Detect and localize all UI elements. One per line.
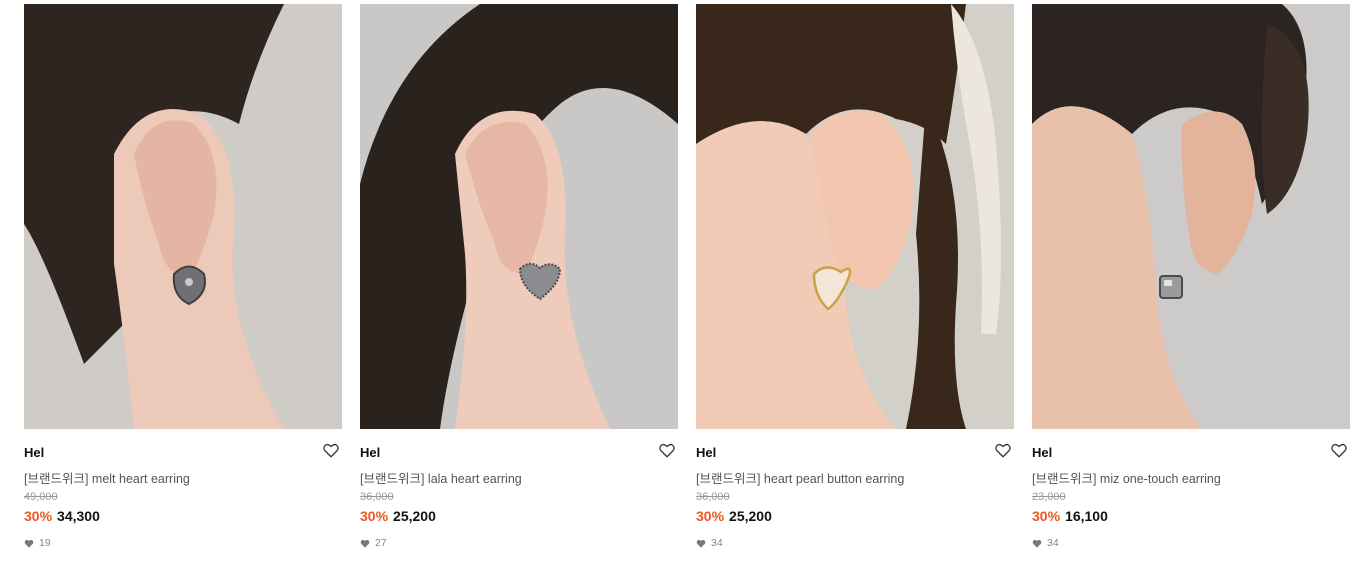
product-grid: Hel [브랜드위크] melt heart earring 49,000 30…	[24, 4, 1350, 564]
product-name[interactable]: [브랜드위크] lala heart earring	[360, 468, 522, 487]
price-line: 30% 25,200	[696, 508, 772, 524]
product-photo	[1032, 4, 1350, 429]
wishlist-heart-icon[interactable]	[1330, 441, 1348, 459]
like-heart-icon	[1032, 539, 1042, 548]
brand-name[interactable]: Hel	[360, 445, 380, 460]
sale-price: 25,200	[393, 508, 436, 524]
product-name[interactable]: [브랜드위크] heart pearl button earring	[696, 468, 904, 487]
like-count: 34	[696, 537, 723, 549]
original-price: 36,000	[360, 491, 394, 503]
product-image[interactable]	[696, 4, 1014, 429]
product-name[interactable]: [브랜드위크] miz one-touch earring	[1032, 468, 1221, 487]
like-heart-icon	[696, 539, 706, 548]
sale-price: 34,300	[57, 508, 100, 524]
product-card[interactable]: Hel [브랜드위크] miz one-touch earring 23,000…	[1032, 4, 1350, 564]
original-price: 49,000	[24, 491, 58, 503]
brand-name[interactable]: Hel	[696, 445, 716, 460]
product-image[interactable]	[1032, 4, 1350, 429]
sale-price: 16,100	[1065, 508, 1108, 524]
product-photo	[360, 4, 678, 429]
like-heart-icon	[24, 539, 34, 548]
like-count: 19	[24, 537, 51, 549]
original-price: 36,000	[696, 491, 730, 503]
original-price: 23,000	[1032, 491, 1066, 503]
price-line: 30% 34,300	[24, 508, 100, 524]
product-card[interactable]: Hel [브랜드위크] lala heart earring 36,000 30…	[360, 4, 678, 564]
product-image[interactable]	[360, 4, 678, 429]
product-card[interactable]: Hel [브랜드위크] heart pearl button earring 3…	[696, 4, 1014, 564]
like-count: 27	[360, 537, 387, 549]
wishlist-heart-icon[interactable]	[658, 441, 676, 459]
product-photo	[696, 4, 1014, 429]
discount-rate: 30%	[1032, 508, 1061, 524]
discount-rate: 30%	[360, 508, 389, 524]
like-count: 34	[1032, 537, 1059, 549]
like-count-value: 27	[375, 537, 387, 549]
price-line: 30% 16,100	[1032, 508, 1108, 524]
wishlist-heart-icon[interactable]	[322, 441, 340, 459]
sale-price: 25,200	[729, 508, 772, 524]
like-count-value: 34	[1047, 537, 1059, 549]
price-line: 30% 25,200	[360, 508, 436, 524]
discount-rate: 30%	[696, 508, 725, 524]
product-image[interactable]	[24, 4, 342, 429]
wishlist-heart-icon[interactable]	[994, 441, 1012, 459]
discount-rate: 30%	[24, 508, 53, 524]
brand-name[interactable]: Hel	[1032, 445, 1052, 460]
product-name[interactable]: [브랜드위크] melt heart earring	[24, 468, 190, 487]
product-card[interactable]: Hel [브랜드위크] melt heart earring 49,000 30…	[24, 4, 342, 564]
like-count-value: 34	[711, 537, 723, 549]
like-count-value: 19	[39, 537, 51, 549]
brand-name[interactable]: Hel	[24, 445, 44, 460]
product-photo	[24, 4, 342, 429]
like-heart-icon	[360, 539, 370, 548]
